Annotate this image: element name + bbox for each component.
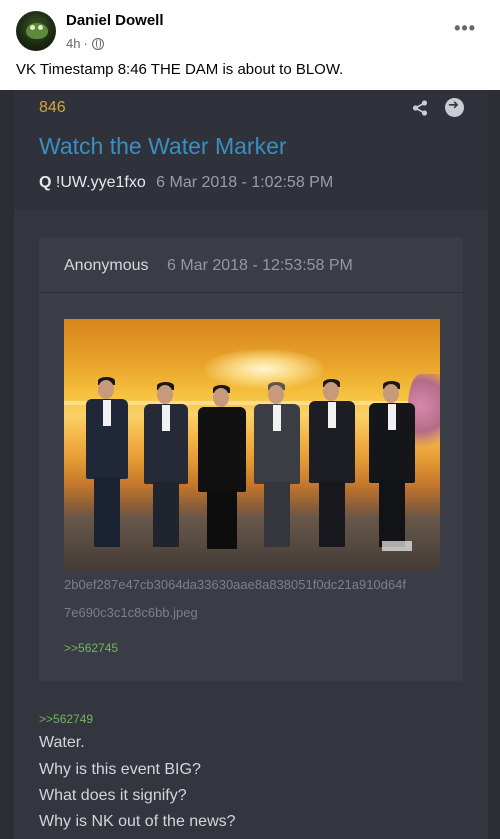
post-header: Daniel Dowell 4h · ••• VK Timestamp 8:46… [0,0,500,90]
avatar-eye-right [38,25,43,30]
post-text: VK Timestamp 8:46 THE DAM is about to BL… [16,61,344,78]
qpost-line-3: What does it signify? [39,787,187,804]
file-name-line-2[interactable]: 7e690c3c1c8c6bb.jpeg [64,605,198,620]
quoted-post-name: Anonymous [64,257,149,274]
qpost-tripcode: !UW.yye1fxo [55,174,146,191]
more-options-icon[interactable]: ••• [454,18,476,39]
avatar-eye-left [30,25,35,30]
qpost-byline: Q !UW.yye1fxo 6 Mar 2018 - 1:02:58 PM [39,174,333,192]
reply-link[interactable]: >>562749 [39,712,93,726]
file-name-line-1[interactable]: 2b0ef287e47cb3064da33630aae8a838051f0dc2… [64,577,406,592]
quoted-post-date: 6 Mar 2018 - 12:53:58 PM [167,257,353,274]
photo-watermark [382,541,412,551]
qpost-date: 6 Mar 2018 - 1:02:58 PM [156,174,334,191]
share-icon [412,100,428,116]
qpost-line-4: Why is NK out of the news? [39,813,236,830]
qpost-line-2: Why is this event BIG? [39,761,201,778]
qpost-title: Watch the Water Marker [39,133,287,159]
post-time[interactable]: 4h [66,36,80,51]
globe-icon [91,37,104,50]
quoted-photo [64,319,440,571]
qpost-name: Q [39,174,52,191]
photo-sunset-glow [204,349,324,389]
quoted-reply-link[interactable]: >>562745 [64,641,118,655]
post-meta: 4h · [66,36,104,51]
author-name[interactable]: Daniel Dowell [66,12,164,29]
qpost-line-1: Water. [39,734,85,751]
arrow-right-icon [445,98,464,117]
meta-separator: · [83,36,88,51]
avatar[interactable] [16,11,56,51]
quoted-post-header: Anonymous 6 Mar 2018 - 12:53:58 PM [39,237,463,293]
qpost-number: 846 [39,99,66,116]
